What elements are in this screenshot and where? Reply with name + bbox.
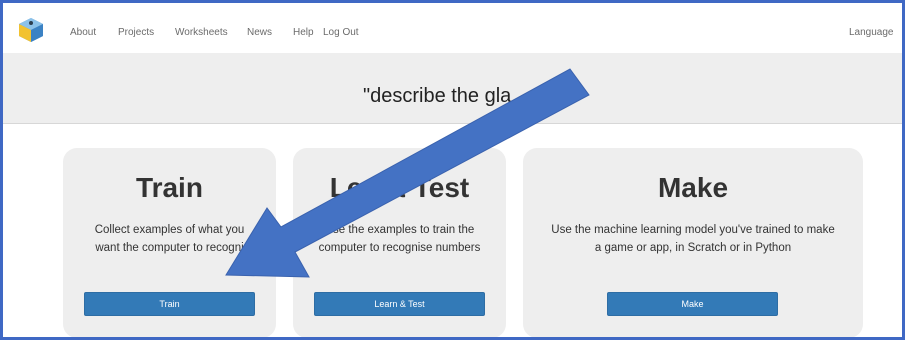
nav-link-logout[interactable]: Log Out [323, 27, 359, 39]
learn-test-card: Lea & Test Use the examples to train the… [293, 148, 506, 337]
make-card-title: Make [657, 172, 729, 203]
train-card-title: Train [136, 172, 203, 203]
make-desc-line-2: a game or app, in Scratch or in Python [594, 242, 792, 254]
make-card-description: Use the machine learning model you've tr… [533, 221, 853, 257]
top-navbar: About Projects Worksheets News Help Log … [3, 3, 902, 53]
nav-link-about[interactable]: About [70, 27, 96, 39]
ml4k-logo-icon[interactable] [18, 17, 44, 43]
nav-link-news[interactable]: News [247, 27, 272, 39]
train-button[interactable]: Train [84, 292, 255, 316]
make-card: Make Use the machine learning model you'… [523, 148, 863, 337]
banner-divider [3, 123, 902, 124]
learn-test-card-title: Lea & Test [329, 172, 470, 203]
learn-test-button[interactable]: Learn & Test [314, 292, 485, 316]
language-menu[interactable]: Language [849, 27, 894, 39]
screenshot-frame: About Projects Worksheets News Help Log … [0, 0, 905, 340]
train-desc-line-1: Collect examples of what you [94, 224, 245, 236]
nav-link-worksheets[interactable]: Worksheets [175, 27, 228, 39]
train-desc-line-2: want the computer to recogni [95, 242, 244, 254]
learn-test-desc-line-2: computer to recognise numbers [318, 242, 481, 254]
nav-link-projects[interactable]: Projects [118, 27, 154, 39]
make-button[interactable]: Make [607, 292, 778, 316]
learn-test-card-description: Use the examples to train the computer t… [303, 221, 496, 257]
train-card: Train Collect examples of what you want … [63, 148, 276, 337]
nav-link-help[interactable]: Help [293, 27, 314, 39]
train-card-description: Collect examples of what you want the co… [73, 221, 266, 257]
make-desc-line-1: Use the machine learning model you've tr… [551, 224, 835, 236]
project-name: "describe the gla [363, 85, 512, 107]
learn-test-desc-line-1: Use the examples to train the [324, 224, 475, 236]
project-banner: "describe the gla [3, 53, 902, 123]
